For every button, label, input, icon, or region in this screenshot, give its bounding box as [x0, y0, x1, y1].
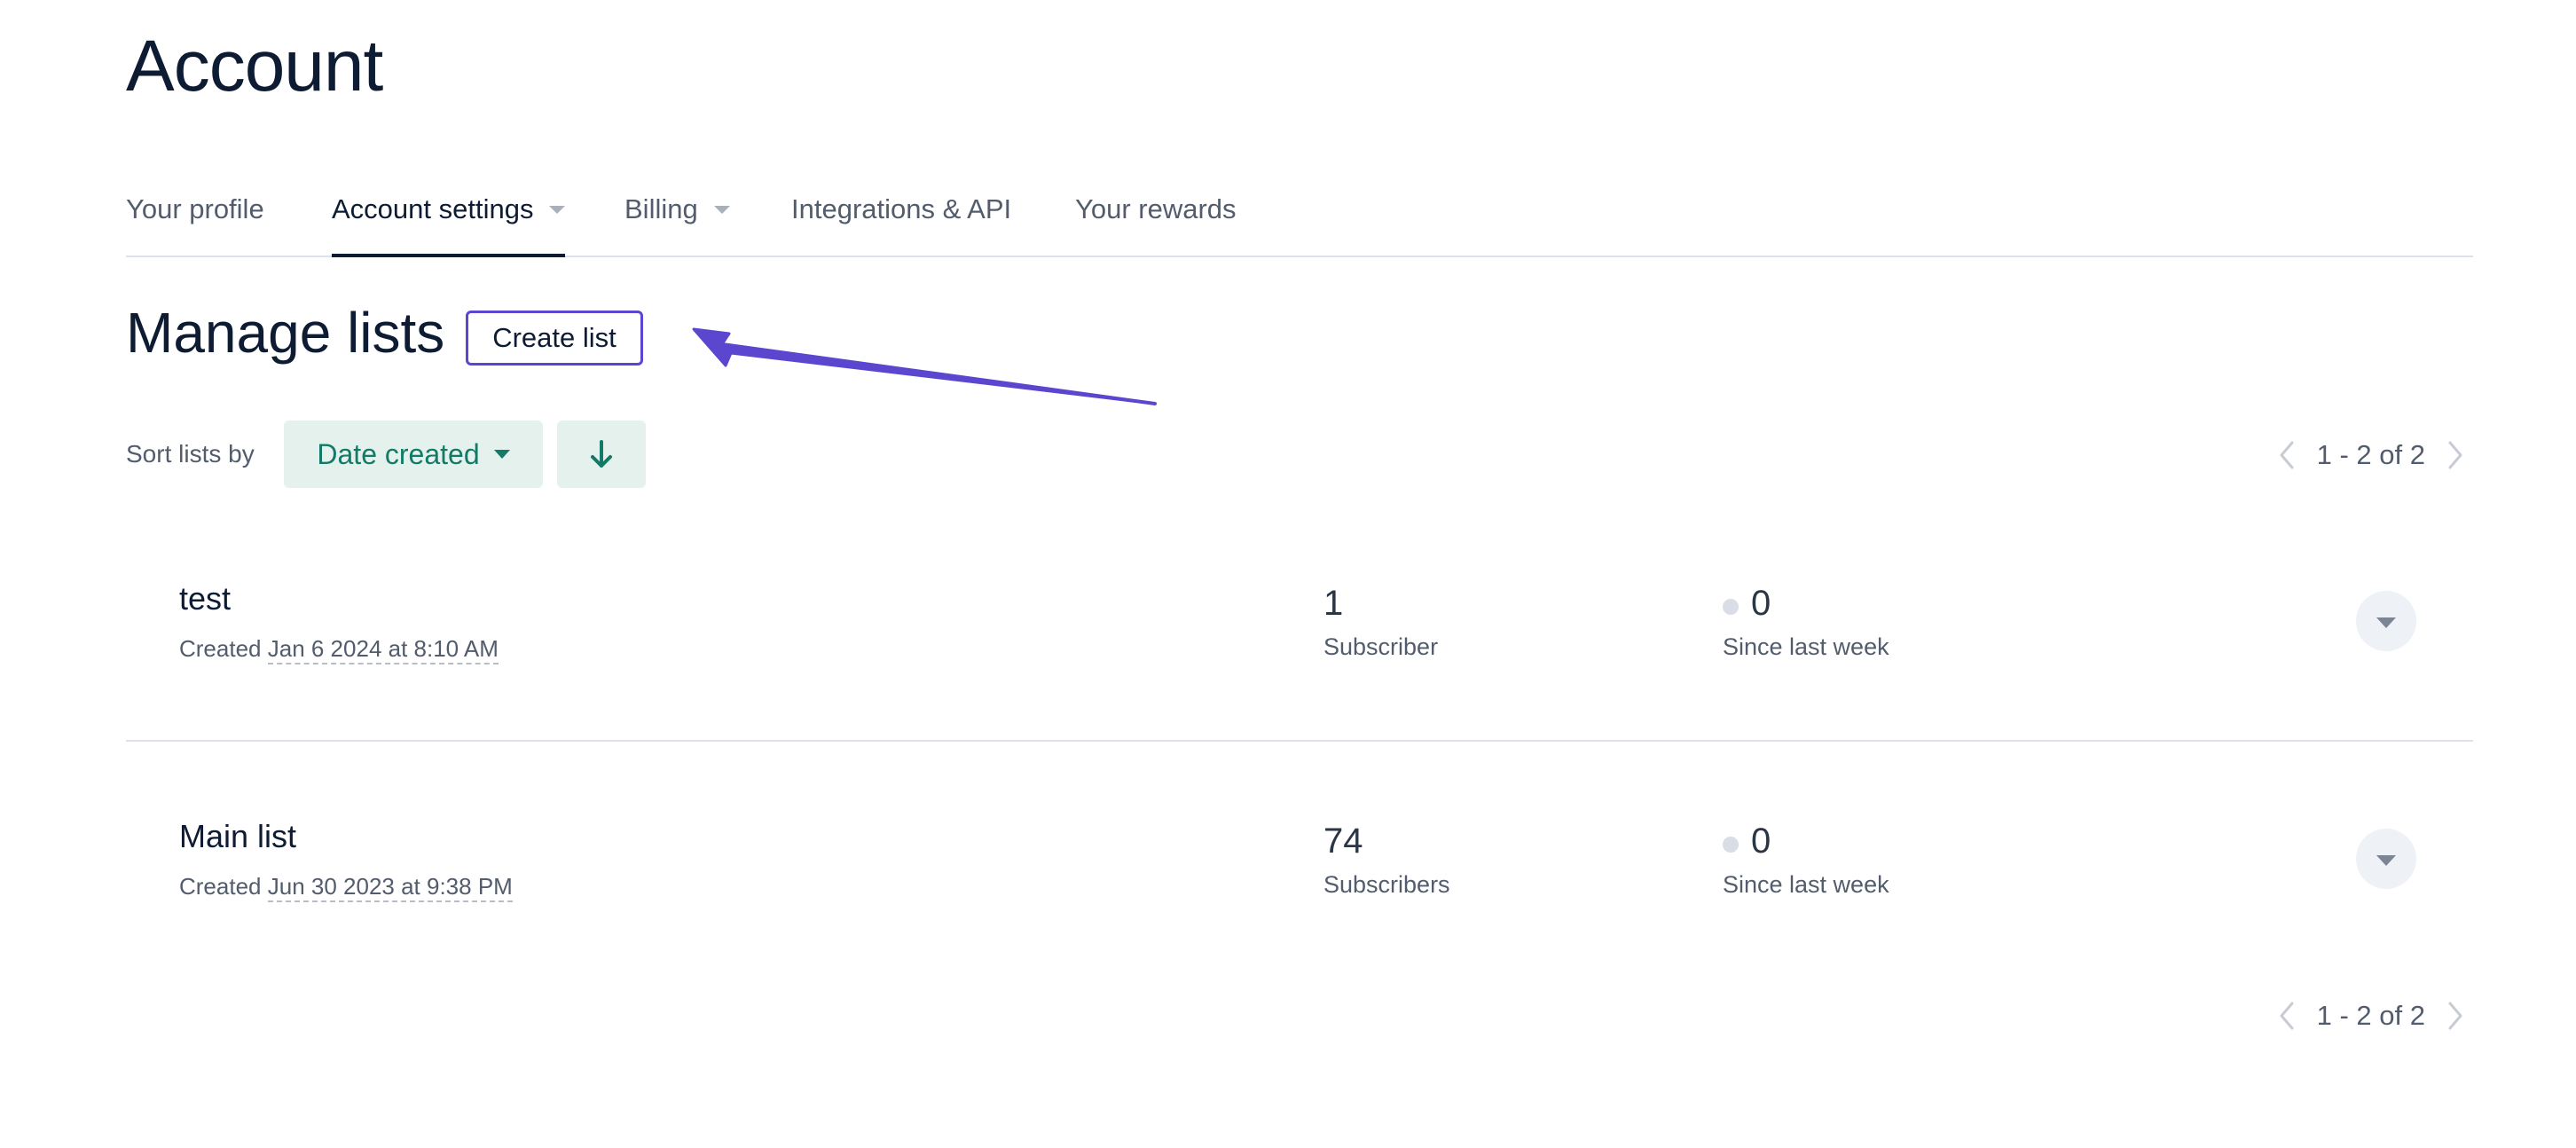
row-menu-button[interactable] [2356, 829, 2416, 889]
tab-label: Billing [624, 193, 698, 224]
next-page-icon[interactable] [2438, 433, 2473, 477]
list-created: Created Jun 30 2023 at 9:38 PM [179, 873, 513, 902]
list-row: Main list Created Jun 30 2023 at 9:38 PM… [126, 740, 2473, 978]
status-dot-icon [1723, 599, 1739, 615]
page-title: Account [126, 26, 383, 106]
tab-your-rewards[interactable]: Your rewards [1075, 177, 1237, 256]
previous-page-icon[interactable] [2269, 433, 2305, 477]
previous-page-icon[interactable] [2269, 994, 2305, 1038]
sort-by-dropdown[interactable]: Date created [284, 421, 543, 488]
status-dot-icon [1723, 837, 1739, 853]
row-menu-button[interactable] [2356, 591, 2416, 651]
tab-label: Your profile [126, 193, 264, 224]
next-page-icon[interactable] [2438, 994, 2473, 1038]
tab-integrations-api[interactable]: Integrations & API [791, 177, 1011, 256]
tab-label: Integrations & API [791, 193, 1012, 224]
weekly-change-value: 0 [1751, 584, 1771, 623]
pagination-range: 1 - 2 of 2 [2316, 1000, 2425, 1031]
caret-down-icon [713, 206, 730, 214]
list-row: test Created Jan 6 2024 at 8:10 AM 1 Sub… [126, 502, 2473, 742]
tab-billing[interactable]: Billing [624, 177, 730, 256]
subscriber-label: Subscribers [1323, 871, 1450, 898]
list-name[interactable]: Main list [179, 818, 296, 855]
weekly-change-value: 0 [1751, 822, 1771, 861]
caret-down-icon [549, 206, 566, 214]
created-date: Jun 30 2023 at 9:38 PM [267, 873, 513, 902]
tab-account-settings[interactable]: Account settings [332, 177, 566, 257]
subscriber-label: Subscriber [1323, 633, 1439, 660]
caret-down-icon [2376, 855, 2396, 866]
sort-label: Sort lists by [126, 440, 255, 468]
pagination-range: 1 - 2 of 2 [2316, 439, 2425, 470]
tab-your-profile[interactable]: Your profile [126, 177, 264, 256]
created-prefix: Created [179, 635, 262, 662]
caret-down-icon [2376, 617, 2396, 628]
subscriber-count: 1 [1323, 584, 1344, 623]
created-prefix: Created [179, 873, 262, 900]
weekly-change-label: Since last week [1723, 871, 1889, 898]
sort-direction-button[interactable] [557, 421, 646, 488]
sort-selected-value: Date created [317, 437, 480, 470]
subscriber-count: 74 [1323, 822, 1363, 861]
weekly-change-label: Since last week [1723, 633, 1889, 660]
tab-label: Account settings [332, 193, 534, 224]
tab-bar: Your profile Account settings Billing In… [126, 177, 2473, 257]
created-date: Jan 6 2024 at 8:10 AM [267, 635, 499, 664]
pagination-bottom: 1 - 2 of 2 [2269, 994, 2473, 1038]
annotation-arrow-icon [692, 327, 1157, 405]
arrow-down-icon [591, 440, 612, 468]
create-list-button[interactable]: Create list [466, 311, 643, 366]
tab-label: Your rewards [1075, 193, 1237, 224]
caret-down-icon [493, 450, 510, 459]
section-title: Manage lists [126, 301, 445, 365]
list-created: Created Jan 6 2024 at 8:10 AM [179, 635, 499, 664]
pagination-top: 1 - 2 of 2 [2269, 433, 2473, 477]
list-name[interactable]: test [179, 580, 231, 617]
